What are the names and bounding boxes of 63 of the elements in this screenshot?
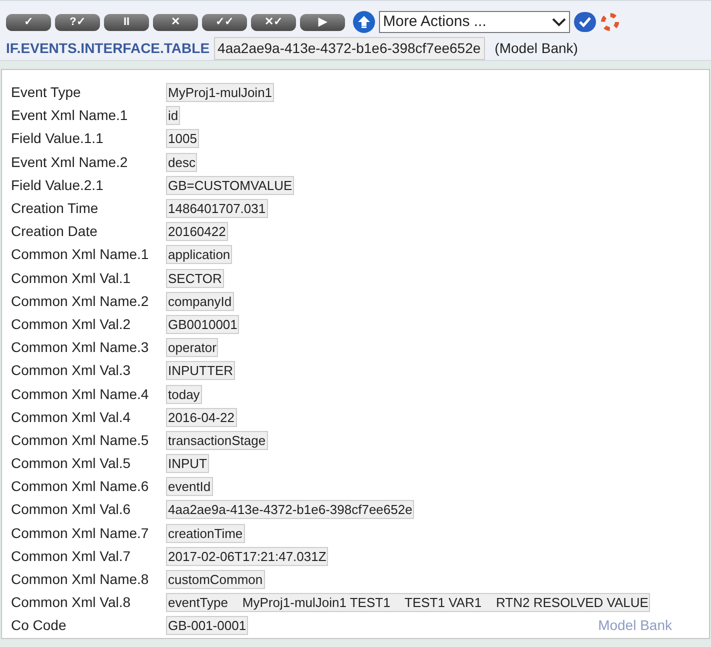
field-value: today [166, 384, 202, 404]
field-label: Common Xml Name.6 [11, 477, 150, 496]
field-label: Common Xml Name.8 [11, 570, 150, 590]
field-value: desc [166, 152, 198, 172]
toolbar-button[interactable]: ▶ [300, 14, 345, 30]
field-label: Common Xml Val.1 [11, 268, 132, 288]
checkmark-icon[interactable] [574, 12, 596, 32]
field-value: GB-001-0001 [166, 616, 248, 636]
field-label: Co Code [11, 616, 68, 636]
table-name: IF.EVENTS.INTERFACE.TABLE [6, 39, 210, 58]
field-value: operator [166, 338, 218, 358]
field-value: application [166, 245, 232, 264]
field-value: 1005 [166, 129, 199, 148]
toolbar-button[interactable]: II [104, 14, 149, 30]
field-value: GB0010001 [166, 314, 240, 334]
field-label: Common Xml Name.2 [11, 292, 150, 311]
field-label: Creation Date [11, 222, 98, 242]
field-value: 2016-04-22 [166, 408, 236, 427]
record-id: 4aa2ae9a-413e-4372-b1e6-398cf7ee652e [214, 37, 485, 60]
toolbar-button[interactable]: ✕ [153, 14, 198, 30]
field-label: Common Xml Name.7 [11, 524, 150, 543]
lifebuoy-icon[interactable] [600, 12, 620, 32]
field-value: id [166, 106, 180, 126]
field-value: eventType MyProj1-mulJoin1 TEST1 TEST1 VAR1 RTN2 RESOLVED VALUE [166, 593, 650, 612]
field-value: GB=CUSTOMVALUE [166, 176, 294, 195]
field-label: Common Xml Val.3 [11, 361, 132, 380]
field-value: creationTime [166, 524, 245, 543]
field-value: companyId [166, 292, 234, 311]
field-value: customCommon [166, 570, 265, 590]
field-label: Event Type [11, 83, 82, 102]
field-value: INPUT [166, 454, 209, 474]
toolbar-button[interactable]: ✓✓ [202, 14, 247, 30]
field-value: 2017-02-06T17:21:47.031Z [166, 546, 328, 566]
field-label: Common Xml Name.4 [11, 384, 150, 404]
field-value: 4aa2ae9a-413e-4372-b1e6-398cf7ee652e [166, 500, 414, 520]
field-value: SECTOR [166, 268, 224, 288]
field-label: Common Xml Val.6 [11, 500, 132, 520]
field-label: Event Xml Name.2 [11, 152, 129, 172]
company-name: (Model Bank) [494, 39, 578, 58]
field-label: Common Xml Name.1 [11, 245, 150, 264]
field-label: Common Xml Name.5 [11, 430, 150, 450]
field-value: INPUTTER [166, 361, 235, 380]
field-value: transactionStage [166, 430, 268, 450]
actions-dropdown[interactable]: More Actions ... [379, 11, 570, 33]
field-label: Common Xml Val.8 [11, 593, 132, 612]
field-label: Common Xml Val.4 [11, 408, 132, 427]
field-label: Common Xml Val.5 [11, 454, 132, 474]
field-label: Field Value.1.1 [11, 129, 104, 148]
field-label: Common Xml Name.3 [11, 338, 150, 358]
company-note: Model Bank [598, 616, 672, 636]
field-value: 20160422 [166, 222, 228, 242]
field-label: Creation Time [11, 199, 100, 218]
field-label: Event Xml Name.1 [11, 106, 129, 126]
field-label: Field Value.2.1 [11, 176, 104, 195]
toolbar-button[interactable]: ?✓ [55, 14, 100, 30]
toolbar-button[interactable]: ✓ [6, 14, 51, 30]
toolbar-button[interactable]: ✕✓ [251, 14, 296, 30]
field-value: eventId [166, 477, 213, 496]
chevron-down-icon [552, 18, 566, 26]
field-value: MyProj1-mulJoin1 [166, 83, 274, 102]
field-value: 1486401707.031 [166, 199, 268, 218]
field-label: Common Xml Val.2 [11, 314, 132, 334]
field-label: Common Xml Val.7 [11, 546, 132, 566]
